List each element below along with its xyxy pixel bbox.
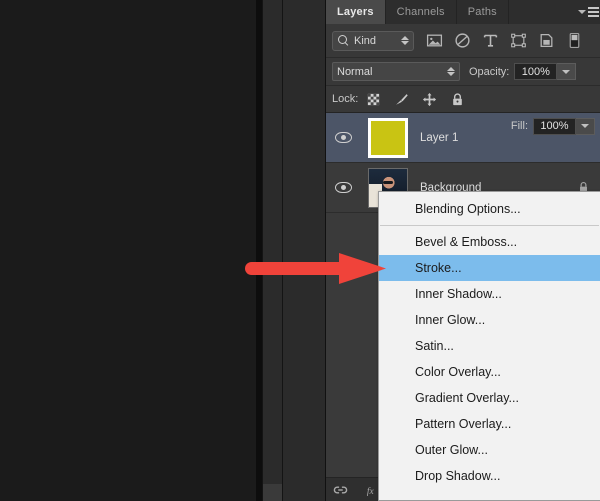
blend-mode-row: Normal Opacity: 100% <box>326 58 600 86</box>
chevron-down-icon <box>578 10 586 14</box>
filter-type-icon[interactable] <box>482 32 499 49</box>
search-icon <box>337 34 350 47</box>
filter-kind-select[interactable]: Kind <box>332 30 414 51</box>
red-arrow-annotation <box>245 253 386 284</box>
menu-item-drop-shadow[interactable]: Drop Shadow... <box>379 463 600 489</box>
menu-item-blending-options[interactable]: Blending Options... <box>379 196 600 222</box>
hamburger-icon <box>588 7 599 17</box>
filter-icon-group <box>426 32 583 49</box>
layer-style-context-menu: Blending Options... Bevel & Emboss... St… <box>378 191 600 501</box>
lock-transparent-pixels-icon[interactable] <box>366 92 381 107</box>
lock-label: Lock: <box>332 93 359 105</box>
chevron-down-icon <box>562 69 571 74</box>
photoshop-window: Layers Channels Paths Kind Normal Opacit… <box>0 0 600 501</box>
tab-layers[interactable]: Layers <box>326 0 386 24</box>
filter-kind-label: Kind <box>354 34 377 47</box>
filter-shape-icon[interactable] <box>510 32 527 49</box>
tab-layers-label: Layers <box>337 6 374 18</box>
filter-smart-object-icon[interactable] <box>538 32 555 49</box>
blend-mode-stepper-icon[interactable] <box>447 67 455 76</box>
tab-paths[interactable]: Paths <box>456 0 509 24</box>
menu-item-bevel-emboss[interactable]: Bevel & Emboss... <box>379 229 600 255</box>
menu-item-gradient-overlay[interactable]: Gradient Overlay... <box>379 385 600 411</box>
solid-color-thumbnail <box>368 117 408 158</box>
opacity-stepper-button[interactable] <box>557 63 577 80</box>
menu-item-stroke[interactable]: Stroke... <box>379 255 600 281</box>
lock-image-pixels-icon[interactable] <box>394 92 409 107</box>
filter-adjustment-icon[interactable] <box>454 32 471 49</box>
svg-text:fx: fx <box>367 485 375 496</box>
filter-image-icon[interactable] <box>426 32 443 49</box>
lock-all-icon[interactable] <box>450 92 465 107</box>
menu-item-inner-glow[interactable]: Inner Glow... <box>379 307 600 333</box>
menu-item-pattern-overlay[interactable]: Pattern Overlay... <box>379 411 600 437</box>
tab-channels[interactable]: Channels <box>385 0 457 24</box>
eye-icon <box>334 132 352 143</box>
menu-item-inner-shadow[interactable]: Inner Shadow... <box>379 281 600 307</box>
menu-item-color-overlay[interactable]: Color Overlay... <box>379 359 600 385</box>
menu-separator <box>380 225 599 226</box>
table-row[interactable]: Layer 1 <box>326 113 600 163</box>
up-down-arrows-icon[interactable] <box>401 36 409 45</box>
filter-toggle-icon[interactable] <box>566 32 583 49</box>
layer-filter-row: Kind <box>326 24 600 58</box>
blend-mode-value: Normal <box>337 65 373 78</box>
tab-channels-label: Channels <box>396 6 445 18</box>
panel-menu-icon[interactable] <box>578 6 599 18</box>
canvas-workspace[interactable] <box>0 0 262 501</box>
panel-tab-bar: Layers Channels Paths <box>326 0 600 24</box>
lock-position-icon[interactable] <box>422 92 437 107</box>
layer-visibility-toggle[interactable] <box>326 132 360 143</box>
lock-row: Lock: <box>326 86 600 113</box>
layer-thumbnail-cell[interactable] <box>360 117 416 158</box>
gutter-bottom-handle[interactable] <box>263 484 282 501</box>
lock-icon-group <box>366 92 465 107</box>
blend-mode-select[interactable]: Normal <box>332 62 460 81</box>
opacity-label: Opacity: <box>469 65 510 78</box>
layer-name-label[interactable]: Layer 1 <box>416 132 600 144</box>
menu-item-outer-glow[interactable]: Outer Glow... <box>379 437 600 463</box>
eye-icon <box>334 182 352 193</box>
tab-paths-label: Paths <box>467 6 497 18</box>
layer-visibility-toggle[interactable] <box>326 182 360 193</box>
link-layers-icon[interactable] <box>333 483 348 497</box>
opacity-input[interactable]: 100% <box>514 63 558 80</box>
menu-item-satin[interactable]: Satin... <box>379 333 600 359</box>
